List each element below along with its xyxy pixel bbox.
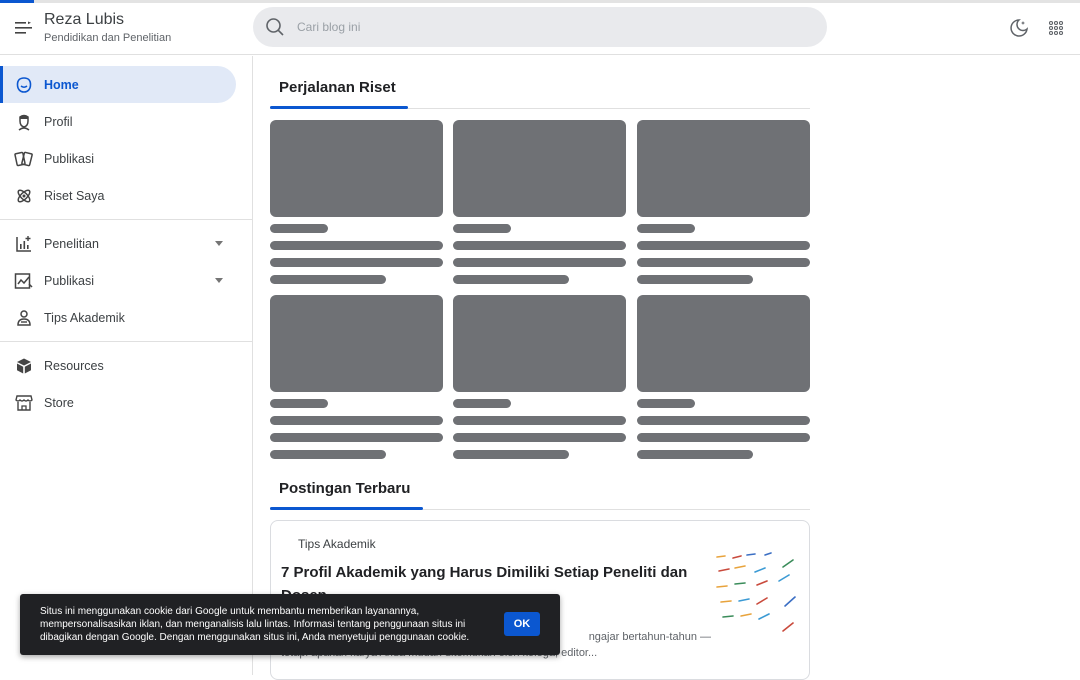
sidebar-item-penelitian[interactable]: Penelitian bbox=[0, 225, 236, 262]
cookie-ok-button[interactable]: OK bbox=[504, 612, 540, 636]
apps-menu-button[interactable] bbox=[1043, 15, 1069, 41]
sidebar: Home Profil Publikasi Riset Saya Penelit… bbox=[0, 56, 253, 675]
sidebar-divider bbox=[0, 341, 253, 342]
sidebar-item-publikasi[interactable]: Publikasi bbox=[0, 140, 236, 177]
skeleton-card bbox=[637, 295, 810, 459]
post-category[interactable]: Tips Akademik bbox=[298, 537, 376, 551]
search-icon bbox=[255, 17, 295, 37]
chevron-down-icon bbox=[215, 241, 223, 246]
sidebar-item-label: Resources bbox=[44, 358, 104, 373]
store-icon bbox=[0, 394, 44, 412]
skeleton-card bbox=[453, 295, 626, 459]
cookie-message: Situs ini menggunakan cookie dari Google… bbox=[40, 606, 470, 643]
search-placeholder: Cari blog ini bbox=[297, 20, 361, 34]
chart-add-icon bbox=[0, 235, 44, 253]
menu-button[interactable] bbox=[11, 15, 37, 41]
search-input[interactable]: Cari blog ini bbox=[253, 7, 827, 47]
dark-mode-toggle[interactable] bbox=[1006, 15, 1032, 41]
chevron-down-icon bbox=[215, 278, 223, 283]
sidebar-item-publikasi-menu[interactable]: Publikasi bbox=[0, 262, 236, 299]
sidebar-item-home[interactable]: Home bbox=[0, 66, 236, 103]
post-thumbnail[interactable] bbox=[711, 551, 801, 641]
top-app-bar: Reza Lubis Pendidikan dan Penelitian Car… bbox=[0, 3, 1080, 55]
sidebar-item-label: Profil bbox=[44, 114, 73, 129]
sidebar-item-resources[interactable]: Resources bbox=[0, 347, 236, 384]
menu-icon bbox=[15, 21, 32, 34]
sidebar-item-label: Publikasi bbox=[44, 151, 95, 166]
cards-icon bbox=[0, 150, 44, 168]
section-title-perjalanan-riset: Perjalanan Riset bbox=[279, 79, 396, 96]
sidebar-item-tips-akademik[interactable]: Tips Akademik bbox=[0, 299, 236, 336]
person-icon bbox=[0, 113, 44, 131]
sidebar-item-label: Riset Saya bbox=[44, 188, 105, 203]
sidebar-item-riset-saya[interactable]: Riset Saya bbox=[0, 177, 236, 214]
atom-icon bbox=[0, 187, 44, 205]
box-icon bbox=[0, 357, 44, 375]
site-subtitle: Pendidikan dan Penelitian bbox=[44, 32, 172, 44]
sidebar-item-label: Store bbox=[44, 395, 74, 410]
trend-chart-icon bbox=[0, 272, 44, 290]
teacher-icon bbox=[0, 309, 44, 327]
section-underline bbox=[270, 507, 423, 510]
skeleton-card bbox=[270, 120, 443, 284]
site-title[interactable]: Reza Lubis bbox=[44, 10, 171, 29]
sidebar-item-profil[interactable]: Profil bbox=[0, 103, 236, 140]
home-icon bbox=[0, 76, 44, 94]
sidebar-item-label: Penelitian bbox=[44, 236, 99, 251]
site-branding[interactable]: Reza Lubis Pendidikan dan Penelitian bbox=[44, 10, 171, 45]
sidebar-item-label: Tips Akademik bbox=[44, 310, 125, 325]
section-underline bbox=[270, 106, 408, 109]
section-title-postingan-terbaru: Postingan Terbaru bbox=[279, 480, 411, 497]
moon-icon bbox=[1010, 19, 1028, 37]
skeleton-card bbox=[637, 120, 810, 284]
sidebar-item-label: Home bbox=[44, 77, 79, 92]
skeleton-card bbox=[270, 295, 443, 459]
skeleton-card bbox=[453, 120, 626, 284]
apps-grid-icon bbox=[1048, 20, 1064, 36]
sidebar-item-store[interactable]: Store bbox=[0, 384, 236, 421]
sidebar-item-label: Publikasi bbox=[44, 273, 95, 288]
sidebar-divider bbox=[0, 219, 253, 220]
cookie-consent-banner: Situs ini menggunakan cookie dari Google… bbox=[20, 594, 560, 655]
